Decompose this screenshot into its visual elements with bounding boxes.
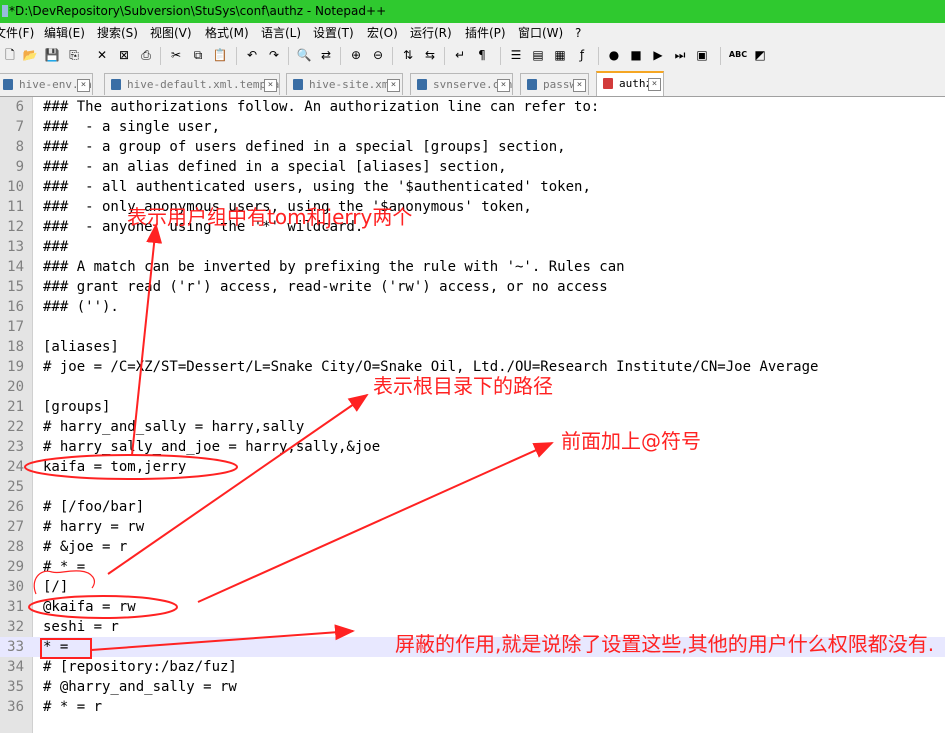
group-note-arrow [131,223,163,456]
group-note: 表示用户组中有tom和jerry两个 [127,205,413,229]
mask-note: 屏蔽的作用,就是说除了设置这些,其他的用户什么权限都没有. [395,632,935,656]
root-path-note: 表示根目录下的路径 [373,374,553,398]
root-path-arrow [107,393,369,575]
wildcard-box [40,638,92,659]
kaifa-group-circle [24,454,238,480]
at-kaifa-circle [28,595,178,619]
at-sign-arrow [197,442,554,603]
annotation-overlay [24,223,554,659]
mask-arrow [90,624,355,651]
at-sign-note: 前面加上@符号 [561,429,701,453]
root-path-squiggle [33,570,95,595]
